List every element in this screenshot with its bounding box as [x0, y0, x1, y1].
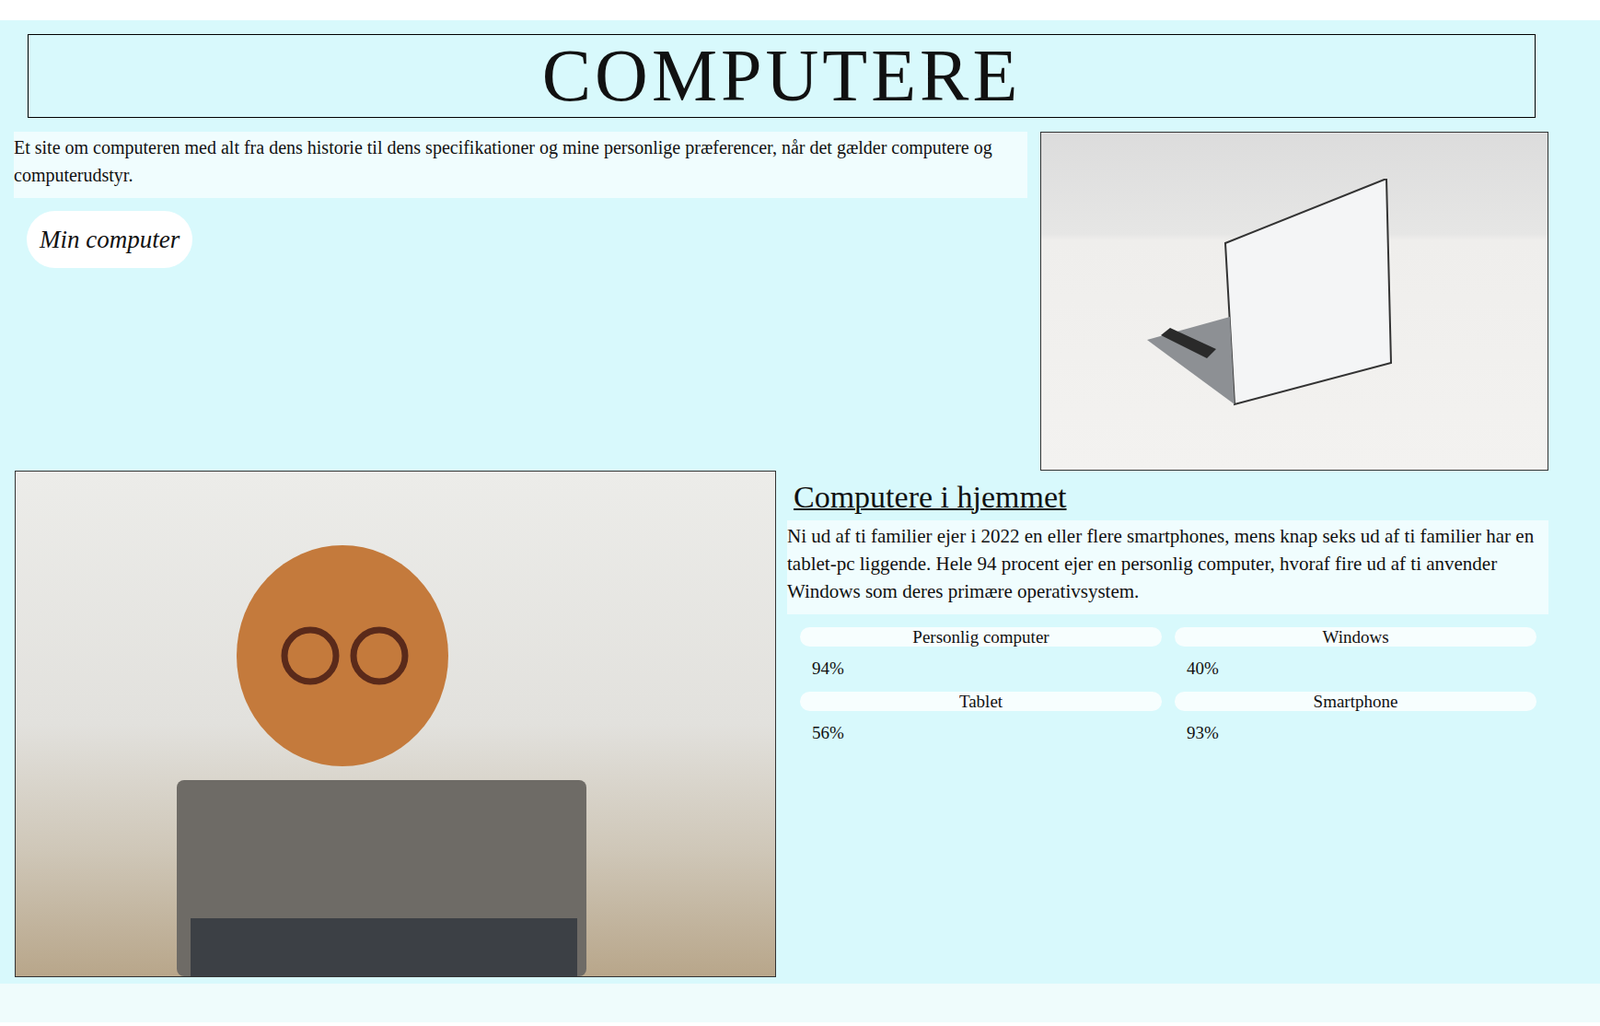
page-title: COMPUTERE: [542, 34, 1022, 117]
stat-label: Windows: [1174, 626, 1537, 647]
intro-row: Et site om computeren med alt fra dens h…: [0, 117, 1600, 471]
footer-strip: [0, 983, 1600, 1022]
stat-value: 40%: [1174, 646, 1537, 679]
laptop-photo: [1040, 131, 1549, 471]
section-heading: Computere i hjemmet: [793, 477, 1549, 517]
stat-label: Smartphone: [1174, 691, 1537, 711]
stat-label: Tablet: [800, 691, 1162, 711]
stat-item: Personlig computer94%: [800, 626, 1162, 679]
intro-column: Et site om computeren med alt fra dens h…: [13, 131, 1028, 471]
stat-item: Windows40%: [1174, 626, 1537, 679]
header: COMPUTERE: [27, 34, 1536, 118]
page: COMPUTERE Et site om computeren med alt …: [0, 20, 1600, 984]
stat-item: Smartphone93%: [1174, 691, 1537, 743]
stat-value: 93%: [1174, 710, 1537, 743]
laptop-icon: [1142, 178, 1419, 418]
dog-with-tablet-icon: [172, 517, 633, 976]
home-section: Computere i hjemmet Ni ud af ti familier…: [787, 470, 1549, 977]
stat-label: Personlig computer: [800, 626, 1162, 647]
section-text: Ni ud af ti familier ejer i 2022 en elle…: [787, 520, 1549, 615]
my-computer-button[interactable]: Min computer: [26, 210, 193, 268]
home-row: Computere i hjemmet Ni ud af ti familier…: [0, 470, 1600, 977]
intro-text: Et site om computeren med alt fra dens h…: [13, 131, 1028, 198]
top-strip: [0, 0, 1600, 21]
stat-value: 56%: [800, 710, 1162, 743]
dog-photo: [14, 470, 777, 977]
stat-value: 94%: [800, 646, 1162, 679]
stats-grid: Personlig computer94%Windows40%Tablet56%…: [787, 614, 1549, 743]
stat-item: Tablet56%: [800, 691, 1162, 743]
